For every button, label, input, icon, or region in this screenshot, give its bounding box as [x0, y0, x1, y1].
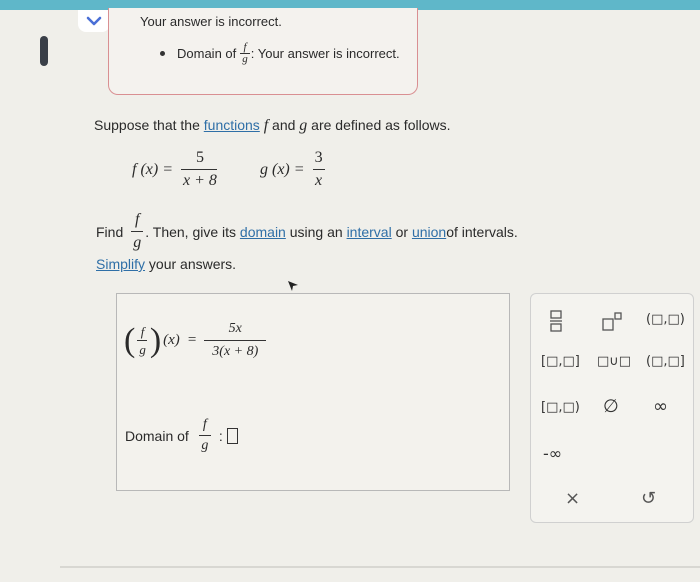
- chevron-down-icon: [86, 16, 102, 26]
- lhs-den: g: [139, 342, 146, 357]
- feedback-bullet-suffix: : Your answer is incorrect.: [250, 46, 400, 61]
- dom-den: g: [201, 438, 209, 453]
- of-intervals-text: of intervals.: [446, 223, 518, 240]
- undo-button[interactable]: ↺: [641, 488, 656, 509]
- g-definition: g (x) = 3 x: [260, 150, 325, 189]
- feedback-fraction: f g: [240, 42, 250, 65]
- simplify-rest: your answers.: [145, 256, 237, 272]
- domain-label: Domain of: [125, 427, 189, 444]
- problem-intro: Suppose that the functions f and g are d…: [94, 117, 451, 135]
- feedback-bullet: Domain of f g : Your answer is incorrect…: [160, 42, 400, 65]
- exponent-template-icon: [602, 312, 622, 331]
- rhs-denominator[interactable]: 3(x + 8): [210, 341, 260, 359]
- bullet-dot: [160, 51, 165, 56]
- clear-button[interactable]: ×: [565, 488, 580, 509]
- mouse-cursor-icon: [288, 281, 298, 291]
- closed-closed-interval-button[interactable]: [□,□]: [541, 354, 580, 369]
- f-denominator: x + 8: [183, 172, 217, 189]
- rhs-numerator[interactable]: 5x: [227, 322, 244, 340]
- find-frac-den: g: [133, 234, 142, 251]
- find-instruction: Find f g . Then, give its domain using a…: [96, 212, 518, 251]
- simplify-link[interactable]: Simplify: [96, 256, 145, 272]
- lhs-num: f: [140, 324, 145, 339]
- fraction-template-button[interactable]: [549, 310, 563, 336]
- feedback-frac-num: f: [243, 41, 247, 53]
- fraction-template-icon: [550, 310, 562, 332]
- find-frac-num: f: [135, 211, 140, 228]
- interval-link[interactable]: interval: [347, 224, 392, 240]
- feedback-bullet-prefix: Domain of: [177, 46, 237, 61]
- closed-open-interval-button[interactable]: [□,□): [541, 400, 580, 415]
- math-palette: (□,□) [□,□] □∪□ (□,□] [□,□) ∅ ∞ -∞ × ↺: [530, 293, 694, 523]
- footer-divider: [60, 566, 700, 568]
- empty-set-button[interactable]: ∅: [603, 396, 619, 417]
- domain-answer-row: Domain of f g :: [125, 418, 238, 453]
- exponent-template-button[interactable]: [601, 312, 623, 336]
- open-closed-interval-button[interactable]: (□,□]: [646, 354, 685, 369]
- collapse-chevron-button[interactable]: [78, 10, 110, 32]
- using-text: using an: [285, 223, 347, 240]
- feedback-title: Your answer is incorrect.: [140, 14, 282, 29]
- answer-lhs-fraction: f g: [137, 325, 148, 356]
- f-lhs: f (x) =: [132, 160, 173, 178]
- union-link[interactable]: union: [412, 224, 446, 240]
- union-button[interactable]: □∪□: [597, 354, 631, 369]
- domain-input[interactable]: [226, 427, 238, 444]
- f-numerator: 5: [195, 149, 204, 166]
- find-mid-text: . Then, give its: [145, 223, 240, 240]
- intro-text-3: are defined as follows.: [307, 117, 451, 133]
- feedback-frac-den: g: [242, 53, 248, 65]
- right-paren: ): [149, 321, 162, 359]
- intro-text-2: and: [268, 117, 300, 133]
- g-fraction: 3 x: [312, 149, 325, 189]
- find-label: Find: [96, 223, 124, 240]
- infinity-button[interactable]: ∞: [653, 396, 668, 417]
- g-numerator: 3: [314, 149, 323, 166]
- lhs-arg: (x): [163, 332, 180, 348]
- answer-rhs-fraction[interactable]: 5x 3(x + 8): [204, 322, 267, 359]
- intro-text-1: Suppose that the: [94, 117, 204, 133]
- f-fraction: 5 x + 8: [181, 150, 219, 189]
- dom-num: f: [202, 417, 207, 432]
- negative-infinity-button[interactable]: -∞: [543, 444, 562, 463]
- answer-quotient: ( f g ) (x) = 5x 3(x + 8): [124, 321, 267, 359]
- domain-link[interactable]: domain: [240, 224, 286, 240]
- open-open-interval-button[interactable]: (□,□): [646, 312, 685, 327]
- simplify-instruction: Simplify your answers.: [96, 256, 236, 272]
- equals-sign: =: [187, 332, 197, 348]
- left-paren: (: [124, 321, 136, 359]
- or-text: or: [391, 223, 412, 240]
- g-lhs: g (x) =: [260, 160, 305, 178]
- find-fraction: f g: [131, 211, 144, 251]
- side-tab-handle[interactable]: [40, 36, 48, 66]
- functions-link[interactable]: functions: [204, 117, 260, 133]
- domain-colon: :: [218, 427, 223, 444]
- g-denominator: x: [315, 172, 323, 189]
- f-definition: f (x) = 5 x + 8: [132, 150, 219, 189]
- domain-fraction: f g: [198, 417, 211, 453]
